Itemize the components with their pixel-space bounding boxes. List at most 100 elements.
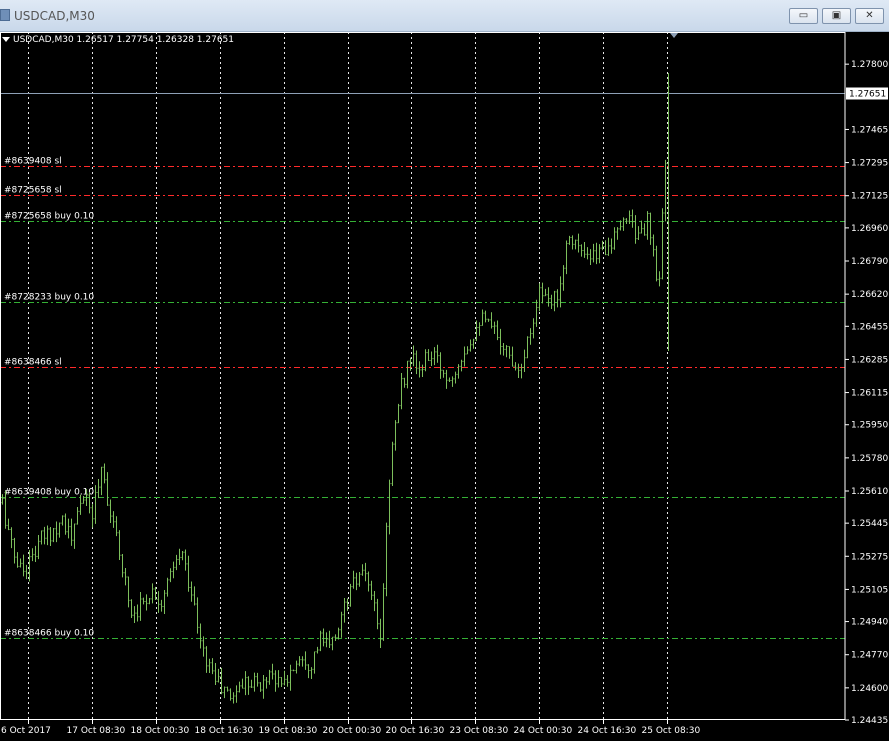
ohlc-bar [514, 362, 517, 371]
ohlc-bar [43, 526, 46, 545]
ohlc-bar [295, 660, 298, 674]
ohlc-bar [118, 530, 121, 561]
ohlc-bar [226, 686, 229, 692]
ohlc-bar [415, 350, 418, 375]
ohlc-bar [223, 686, 226, 699]
ohlc-bar [31, 548, 34, 562]
ohlc-bar [379, 618, 382, 648]
ohlc-bar [457, 364, 460, 379]
ohlc-bar [649, 212, 652, 245]
ohlc-bar [217, 668, 220, 683]
ohlc-bar [124, 567, 127, 586]
ohlc-bar [100, 466, 103, 496]
ohlc-bar [178, 548, 181, 566]
ohlc-bar [454, 371, 457, 384]
y-tick-label: 1.26115 [851, 389, 888, 399]
ohlc-bar [445, 369, 448, 389]
ohlc-bar [331, 636, 334, 651]
ohlc-bar [208, 658, 211, 674]
ohlc-bar [157, 591, 160, 613]
y-tick-label: 1.26790 [851, 257, 888, 267]
ohlc-bar [337, 627, 340, 640]
ohlc-bar [496, 320, 499, 341]
ohlc-bar [448, 377, 451, 383]
order-line-label: #8638466 buy 0.10 [4, 629, 94, 639]
ohlc-bar [568, 235, 571, 245]
chart-shift-marker-icon[interactable] [670, 33, 678, 38]
ohlc-bar [484, 310, 487, 323]
ohlc-bar [487, 318, 490, 322]
ohlc-bar [436, 344, 439, 363]
ohlc-bar [526, 336, 529, 359]
ohlc-bar [364, 562, 367, 582]
ohlc-bar [199, 623, 202, 649]
ohlc-bar [193, 586, 196, 606]
ohlc-bar [94, 485, 97, 524]
ohlc-bar [460, 359, 463, 372]
ohlc-bar [121, 553, 124, 578]
ohlc-bar [589, 249, 592, 265]
ohlc-bar [52, 527, 55, 543]
ohlc-bar [517, 363, 520, 379]
ohlc-bar [19, 558, 22, 568]
ohlc-bar [328, 630, 331, 649]
ohlc-bar [541, 282, 544, 304]
ohlc-bar [403, 377, 406, 388]
y-tick-label: 1.27295 [851, 159, 888, 169]
ohlc-bar [253, 672, 256, 692]
ohlc-bar [130, 599, 133, 618]
ohlc-bar [655, 245, 658, 282]
symbol-info-bar: USDCAD,M30 1.26517 1.27754 1.26328 1.276… [2, 35, 234, 45]
y-tick-label: 1.24770 [851, 651, 888, 661]
y-tick-label: 1.26285 [851, 355, 888, 365]
ohlc-bar [247, 676, 250, 695]
ohlc-bar [481, 309, 484, 326]
ohlc-bar [505, 345, 508, 358]
ohlc-bar [616, 227, 619, 240]
ohlc-bar [10, 527, 13, 549]
ohlc-bar [316, 646, 319, 654]
ohlc-bar [586, 247, 589, 260]
ohlc-bar [556, 289, 559, 308]
ohlc-bar [211, 658, 214, 675]
y-tick-label: 1.26620 [851, 290, 888, 300]
ohlc-bar [571, 235, 574, 250]
y-tick-label: 1.25780 [851, 454, 888, 464]
ohlc-bar [397, 403, 400, 424]
ohlc-bar [451, 376, 454, 387]
ohlc-bar [256, 672, 259, 687]
ohlc-bar [214, 663, 217, 686]
ohlc-bar [277, 670, 280, 688]
ohlc-bar [349, 583, 352, 607]
x-tick-label: 24 Oct 00:30 [514, 726, 573, 736]
ohlc-bar [370, 580, 373, 600]
ohlc-bar [565, 240, 568, 275]
ohlc-bar [553, 290, 556, 312]
ohlc-bar [388, 479, 391, 535]
ohlc-bar [547, 287, 550, 307]
ohlc-bar [265, 677, 268, 689]
price-chart[interactable]: #8639408 sl #8725658 sl #8725658 buy 0.10 #… [0, 0, 889, 741]
ohlc-bar [280, 677, 283, 687]
ohlc-bar [67, 518, 70, 539]
ohlc-bar [289, 664, 292, 691]
ohlc-bar [58, 522, 61, 538]
ohlc-bar [562, 265, 565, 291]
ohlc-bar [142, 597, 145, 605]
ohlc-bar [640, 220, 643, 234]
ohlc-bar [322, 628, 325, 647]
x-tick-label: 23 Oct 08:30 [450, 726, 509, 736]
x-tick-label: 25 Oct 08:30 [642, 726, 701, 736]
ohlc-bar [187, 555, 190, 592]
y-tick-label: 1.27125 [851, 192, 888, 202]
y-tick-label: 1.27800 [851, 60, 888, 70]
y-tick-label: 1.24600 [851, 684, 888, 694]
ohlc-bar [583, 242, 586, 258]
dropdown-triangle-icon[interactable] [2, 37, 10, 42]
ohlc-bar [238, 681, 241, 693]
ohlc-bar [139, 591, 142, 621]
x-tick-label: 20 Oct 16:30 [386, 726, 445, 736]
ohlc-bar [16, 552, 19, 568]
ohlc-bar [319, 630, 322, 652]
ohlc-bar [343, 597, 346, 623]
